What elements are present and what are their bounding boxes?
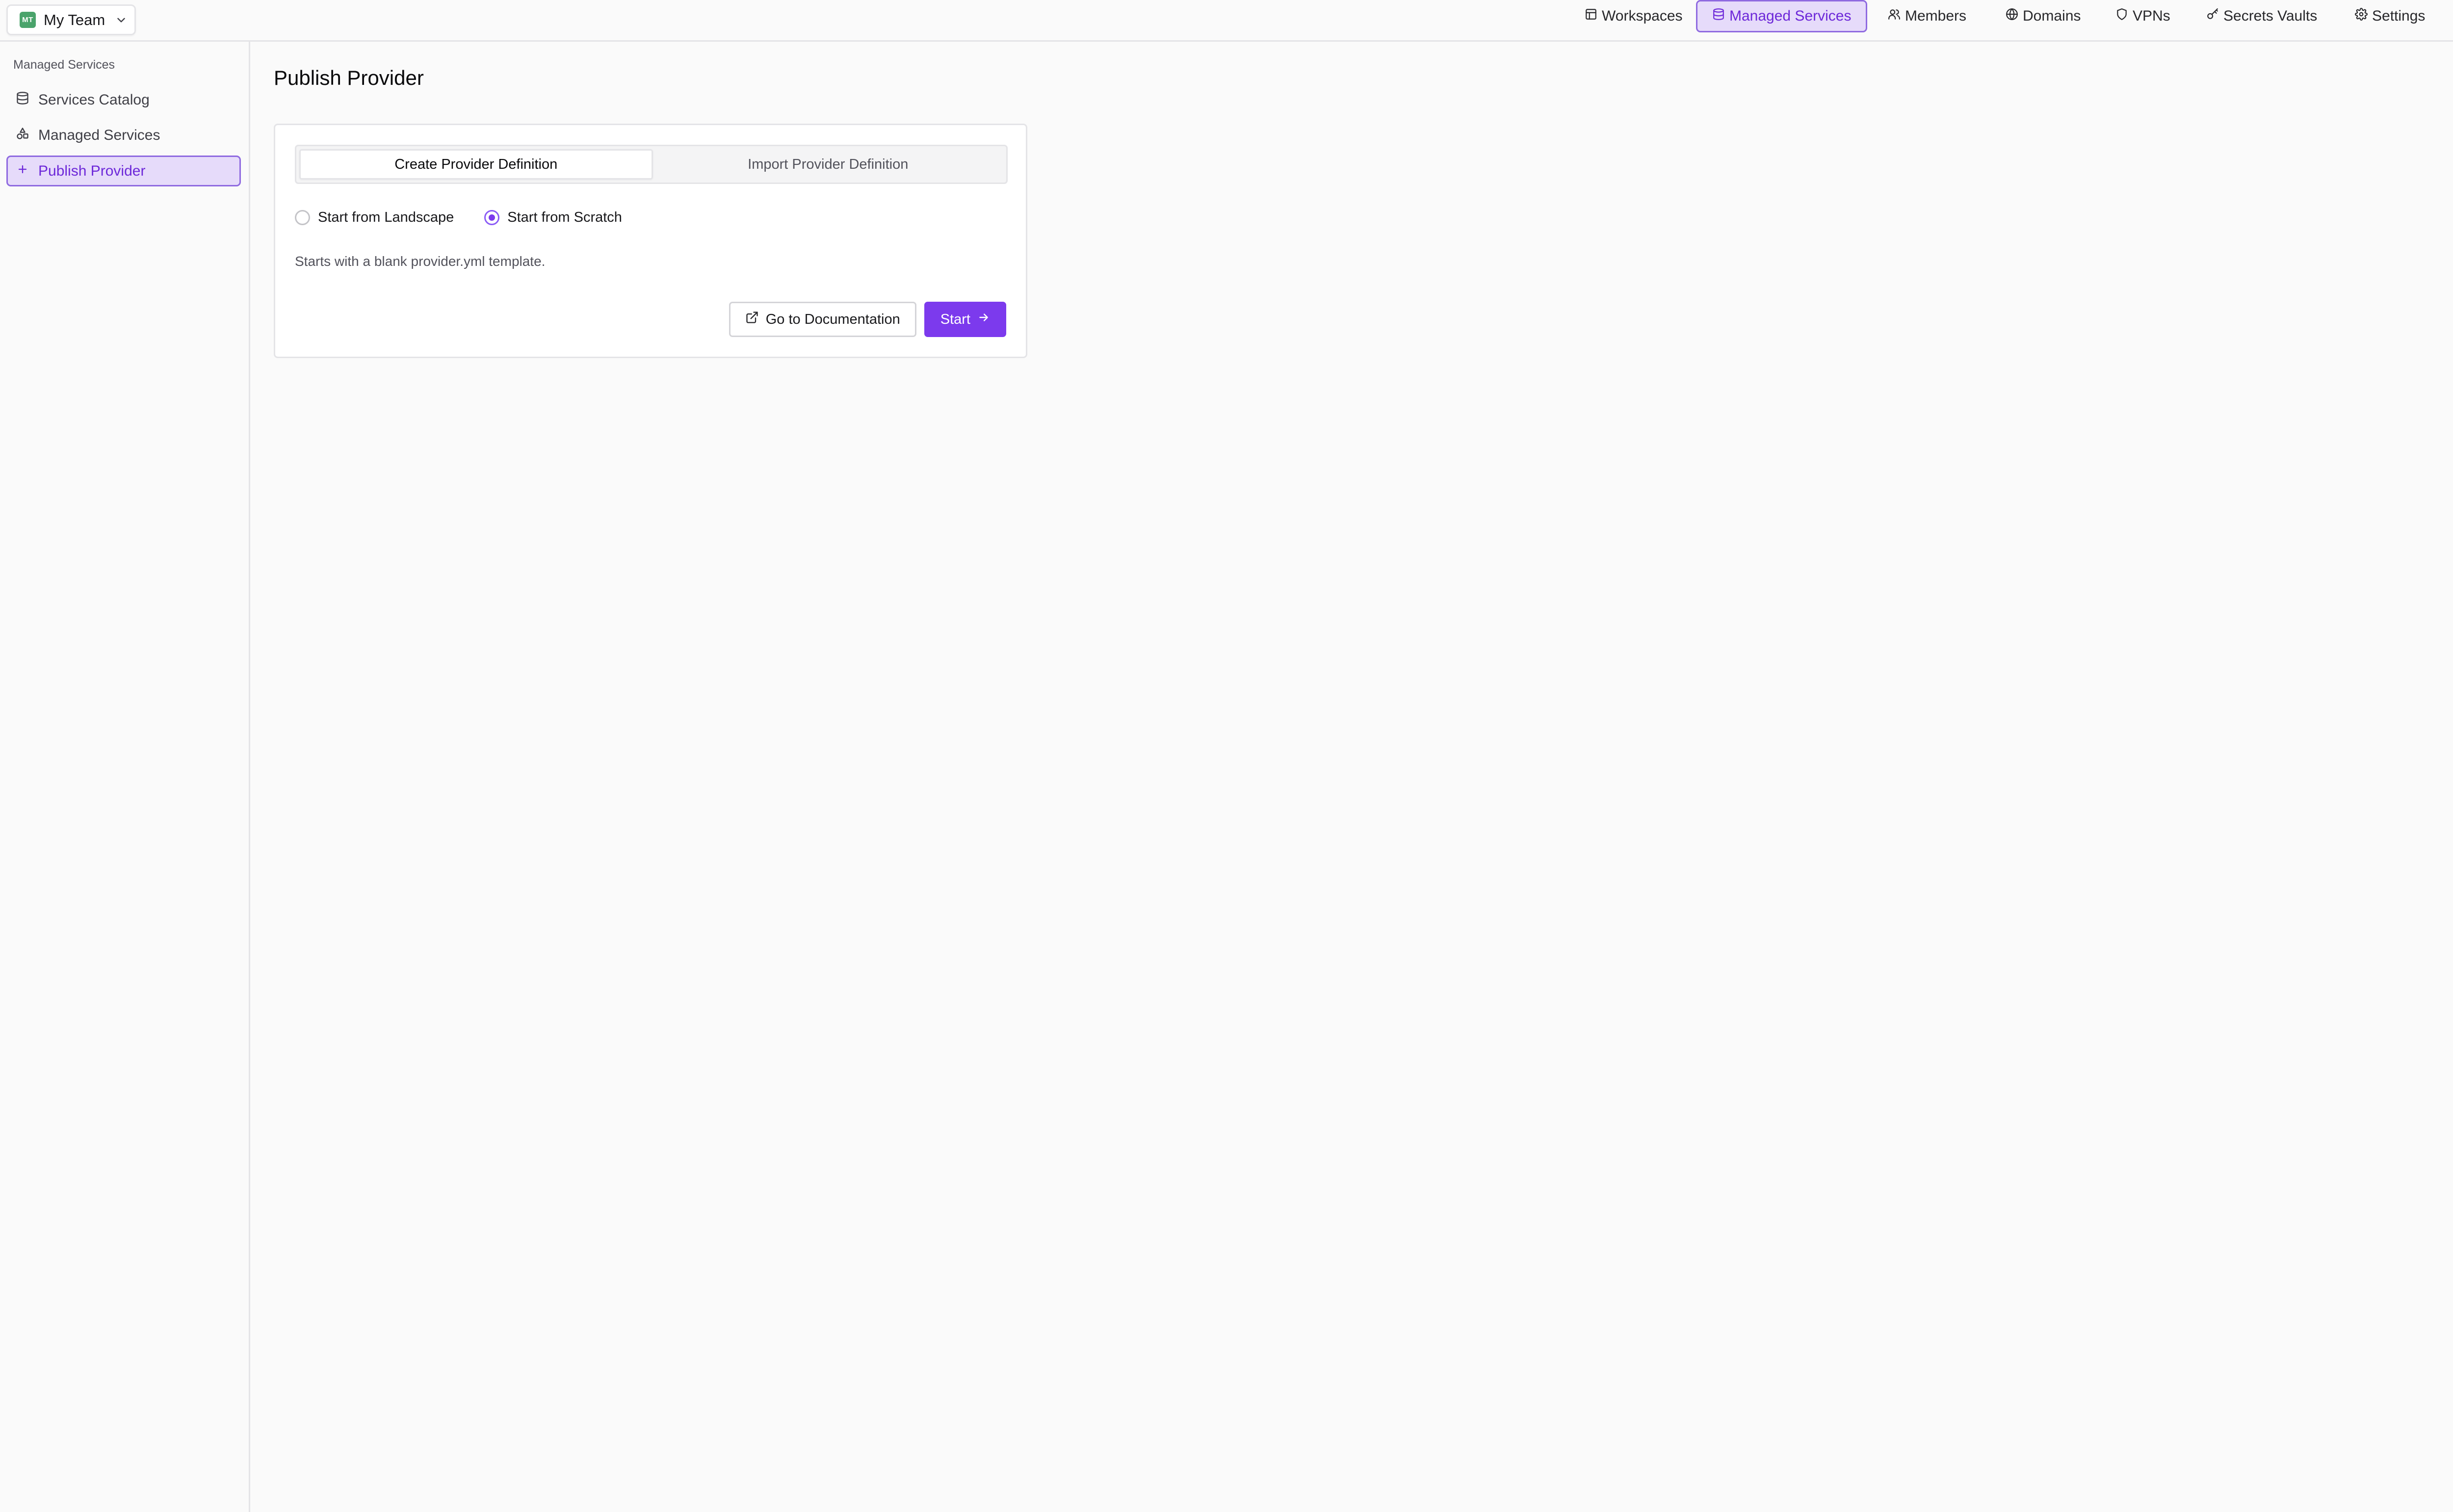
go-to-documentation-button[interactable]: Go to Documentation xyxy=(729,302,916,337)
radio-label: Start from Scratch xyxy=(507,209,622,225)
nav-members[interactable]: Members xyxy=(1872,0,1983,32)
tab-create-provider-definition[interactable]: Create Provider Definition xyxy=(299,149,653,180)
nav-label: Managed Services xyxy=(1729,8,1852,24)
shapes-icon xyxy=(16,127,38,144)
page-title: Publish Provider xyxy=(274,66,424,89)
top-bar: MT My Team Workspaces Managed Services M… xyxy=(0,0,2453,42)
nav-domains[interactable]: Domains xyxy=(1989,0,2097,32)
sidebar: Managed Services Services Catalog Manage… xyxy=(0,42,250,1512)
radio-start-from-scratch[interactable] xyxy=(484,209,500,225)
nav-label: Settings xyxy=(2372,8,2426,24)
team-name: My Team xyxy=(44,11,105,28)
definition-tabs: Create Provider Definition Import Provid… xyxy=(295,145,1008,184)
start-mode-description: Starts with a blank provider.yml templat… xyxy=(295,254,546,269)
start-mode-radio-group: Start from Landscape Start from Scratch xyxy=(295,208,652,227)
button-label: Start xyxy=(940,311,970,327)
layout-icon xyxy=(1585,8,1602,25)
sidebar-item-services-catalog[interactable]: Services Catalog xyxy=(6,84,241,115)
radio-option-start-from-landscape[interactable]: Start from Landscape xyxy=(295,209,454,226)
nav-settings[interactable]: Settings xyxy=(2339,0,2441,32)
nav-workspaces[interactable]: Workspaces xyxy=(1568,0,1699,32)
key-icon xyxy=(2206,8,2223,25)
nav-label: Secrets Vaults xyxy=(2223,8,2318,24)
team-switcher[interactable]: MT My Team xyxy=(6,4,136,35)
button-label: Go to Documentation xyxy=(765,311,900,327)
nav-label: Members xyxy=(1905,8,1967,24)
sidebar-item-label: Publish Provider xyxy=(38,162,146,179)
card-actions: Go to Documentation Start xyxy=(729,302,1006,337)
gear-icon xyxy=(2355,8,2372,25)
plus-icon xyxy=(16,162,38,180)
shield-icon xyxy=(2115,8,2133,25)
globe-icon xyxy=(2006,8,2023,25)
users-icon xyxy=(1888,8,1905,25)
radio-option-start-from-scratch[interactable]: Start from Scratch xyxy=(484,209,622,226)
nav-label: Workspaces xyxy=(1602,8,1683,24)
nav-label: Domains xyxy=(2023,8,2081,24)
tab-import-provider-definition[interactable]: Import Provider Definition xyxy=(653,149,1004,180)
sidebar-item-label: Managed Services xyxy=(38,127,160,143)
nav-label: VPNs xyxy=(2133,8,2170,24)
radio-label: Start from Landscape xyxy=(318,209,454,225)
chevron-down-icon xyxy=(114,13,129,27)
nav-vpns[interactable]: VPNs xyxy=(2099,0,2187,32)
start-button[interactable]: Start xyxy=(924,302,1006,337)
publish-provider-card: Create Provider Definition Import Provid… xyxy=(274,124,1027,358)
team-avatar: MT xyxy=(20,12,36,28)
sidebar-item-publish-provider[interactable]: Publish Provider xyxy=(6,156,241,186)
nav-managed-services[interactable]: Managed Services xyxy=(1696,0,1868,32)
sidebar-item-managed-services[interactable]: Managed Services xyxy=(6,120,241,151)
database-icon xyxy=(16,91,38,109)
nav-secrets-vaults[interactable]: Secrets Vaults xyxy=(2190,0,2333,32)
sidebar-heading: Managed Services xyxy=(13,58,115,72)
arrow-right-icon xyxy=(970,311,990,328)
external-link-icon xyxy=(745,311,766,328)
radio-start-from-landscape[interactable] xyxy=(295,209,310,225)
sidebar-item-label: Services Catalog xyxy=(38,91,150,108)
database-icon xyxy=(1712,8,1729,25)
